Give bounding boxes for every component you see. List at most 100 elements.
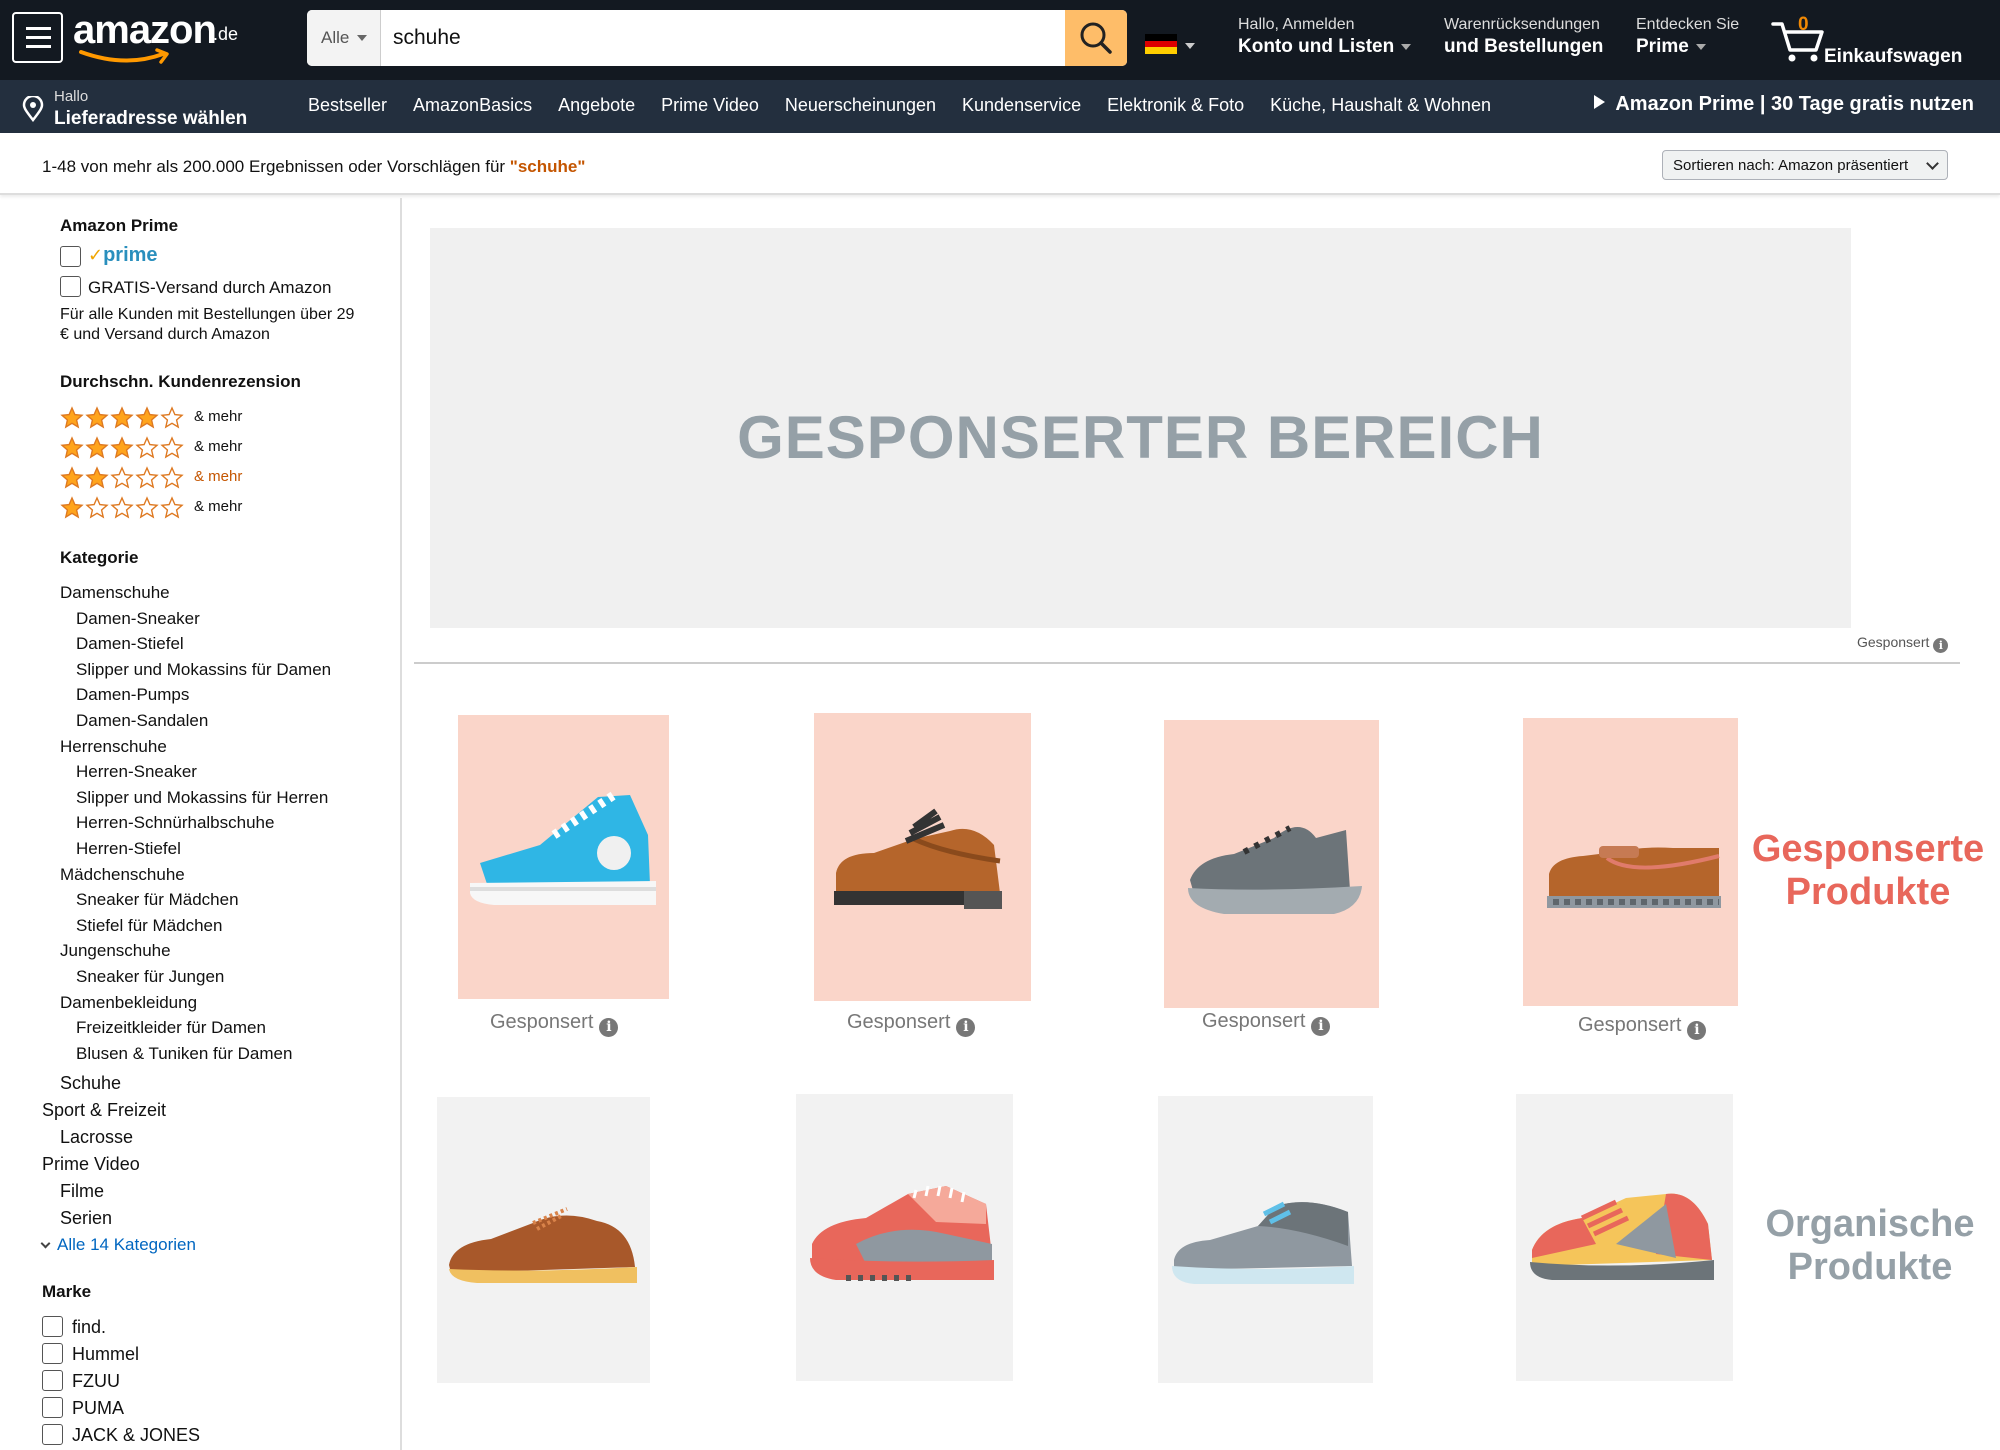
star-filled-icon xyxy=(85,466,109,489)
prime-menu[interactable]: Entdecken Sie Prime xyxy=(1636,16,1739,58)
free-shipping-checkbox[interactable] xyxy=(60,276,81,297)
category-link[interactable]: Jungenschuhe xyxy=(60,941,171,961)
organic-product-card[interactable] xyxy=(1158,1096,1373,1383)
category-link[interactable]: Filme xyxy=(60,1181,104,1202)
filter-sidebar: Amazon Prime ✓prime GRATIS-Versand durch… xyxy=(0,198,402,1450)
category-link[interactable]: Serien xyxy=(60,1208,112,1229)
organic-product-card[interactable] xyxy=(1516,1094,1733,1381)
brand-checkbox[interactable] xyxy=(42,1316,63,1337)
category-link[interactable]: Damen-Pumps xyxy=(76,685,189,705)
category-link[interactable]: Damen-Sandalen xyxy=(76,711,208,731)
subnav-item-bestseller[interactable]: Bestseller xyxy=(308,95,387,116)
category-link[interactable]: Damenschuhe xyxy=(60,583,170,603)
star-empty-icon xyxy=(85,496,109,519)
star-filled-icon xyxy=(85,406,109,429)
organic-product-card[interactable] xyxy=(796,1094,1013,1381)
rating-filter-label[interactable]: & mehr xyxy=(194,498,242,515)
menu-hamburger-icon[interactable] xyxy=(12,12,63,63)
brand-label[interactable]: JACK & JONES xyxy=(72,1425,200,1446)
subnav-item-neuerscheinungen[interactable]: Neuerscheinungen xyxy=(785,95,936,116)
rating-filter-2-stars[interactable] xyxy=(60,466,185,490)
category-link[interactable]: Damenbekleidung xyxy=(60,993,197,1013)
category-link[interactable]: Schuhe xyxy=(60,1073,121,1094)
category-link[interactable]: Herren-Stiefel xyxy=(76,839,181,859)
category-link[interactable]: Sport & Freizeit xyxy=(42,1100,166,1121)
info-icon[interactable]: i xyxy=(956,1018,976,1037)
category-link[interactable]: Freizeitkleider für Damen xyxy=(76,1018,266,1038)
rating-filter-label[interactable]: & mehr xyxy=(194,438,242,455)
rating-filter-heading: Durchschn. Kundenrezension xyxy=(60,372,301,391)
info-icon[interactable]: i xyxy=(1687,1021,1707,1040)
all-categories-link[interactable]: Alle 14 Kategorien xyxy=(40,1235,196,1255)
free-shipping-note: Für alle Kunden mit Bestellungen über 29 xyxy=(60,306,355,323)
category-link[interactable]: Stiefel für Mädchen xyxy=(76,916,222,936)
star-filled-icon xyxy=(135,406,159,429)
category-link[interactable]: Mädchenschuhe xyxy=(60,865,185,885)
account-menu[interactable]: Hallo, Anmelden Konto und Listen xyxy=(1238,16,1412,58)
delivery-label: Lieferadresse wählen xyxy=(54,108,248,129)
prime-discover-label: Entdecken Sie xyxy=(1636,16,1740,33)
category-link[interactable]: Damen-Sneaker xyxy=(76,609,200,629)
category-link[interactable]: Herren-Schnürhalbschuhe xyxy=(76,813,274,833)
search-category-dropdown[interactable]: Alle xyxy=(307,10,381,66)
brand-checkbox[interactable] xyxy=(42,1343,63,1364)
info-icon[interactable]: i xyxy=(1311,1017,1331,1036)
prime-check-icon: ✓ xyxy=(88,245,104,265)
prime-checkbox[interactable] xyxy=(60,246,81,267)
sort-dropdown[interactable]: Sortieren nach: Amazon präsentiert xyxy=(1662,150,1948,180)
amazon-logo[interactable]: amazon .de xyxy=(73,4,243,68)
category-link[interactable]: Slipper und Mokassins für Herren xyxy=(76,788,328,808)
brand-label[interactable]: PUMA xyxy=(72,1398,124,1419)
category-link[interactable]: Lacrosse xyxy=(60,1127,133,1148)
category-link[interactable]: Herren-Sneaker xyxy=(76,762,197,782)
sponsored-tag[interactable]: Gesponsert i xyxy=(1857,634,1949,653)
category-link[interactable]: Damen-Stiefel xyxy=(76,634,184,654)
sponsored-product-card[interactable]: Gesponsert i xyxy=(1523,718,1738,1040)
subnav-item-prime-video[interactable]: Prime Video xyxy=(661,95,759,116)
star-filled-icon xyxy=(60,496,84,519)
brand-checkbox[interactable] xyxy=(42,1424,63,1445)
sponsored-label: Gesponsert i xyxy=(1578,1014,1707,1040)
rating-filter-label[interactable]: & mehr xyxy=(194,468,242,485)
cart-count: 0 xyxy=(1798,14,1809,35)
search-input[interactable] xyxy=(381,10,1053,66)
subnav-item-kueche[interactable]: Küche, Haushalt & Wohnen xyxy=(1270,95,1491,116)
search-button[interactable] xyxy=(1065,10,1127,66)
brand-label[interactable]: FZUU xyxy=(72,1371,120,1392)
sponsored-product-card[interactable]: Gesponsert i xyxy=(1164,720,1379,1036)
category-link[interactable]: Slipper und Mokassins für Damen xyxy=(76,660,331,680)
brand-checkbox[interactable] xyxy=(42,1370,63,1391)
sponsored-product-card[interactable]: Gesponsert i xyxy=(458,715,669,1037)
category-link[interactable]: Prime Video xyxy=(42,1154,140,1175)
results-info-bar: 1-48 von mehr als 200.000 Ergebnissen od… xyxy=(0,133,2000,195)
category-link[interactable]: Herrenschuhe xyxy=(60,737,167,757)
sponsored-product-card[interactable]: Gesponsert i xyxy=(814,713,1031,1037)
subnav-item-amazonbasics[interactable]: AmazonBasics xyxy=(413,95,532,116)
brand-checkbox[interactable] xyxy=(42,1397,63,1418)
subnav-item-angebote[interactable]: Angebote xyxy=(558,95,635,116)
category-link[interactable]: Blusen & Tuniken für Damen xyxy=(76,1044,292,1064)
brand-label[interactable]: find. xyxy=(72,1317,106,1338)
cart-label: Einkaufswagen xyxy=(1824,46,1963,67)
info-icon[interactable]: i xyxy=(599,1018,619,1037)
organic-products-annotation: Organische Produkte xyxy=(1765,1203,1975,1288)
subnav-item-kundenservice[interactable]: Kundenservice xyxy=(962,95,1081,116)
brand-label[interactable]: Hummel xyxy=(72,1344,139,1365)
rating-filter-4-stars[interactable] xyxy=(60,406,185,430)
sponsored-banner-area[interactable]: GESPONSERTER BEREICH xyxy=(430,228,1851,628)
cart-button[interactable]: 0 Einkaufswagen xyxy=(1770,12,1990,72)
rating-filter-1-stars[interactable] xyxy=(60,496,185,520)
subnav-item-elektronik[interactable]: Elektronik & Foto xyxy=(1107,95,1244,116)
rating-filter-3-stars[interactable] xyxy=(60,436,185,460)
rating-filter-label[interactable]: & mehr xyxy=(194,408,242,425)
chevron-down-icon xyxy=(40,1238,51,1249)
returns-orders-link[interactable]: Warenrücksendungen und Bestellungen xyxy=(1444,16,1603,58)
sponsored-label: Gesponsert i xyxy=(490,1011,619,1037)
free-shipping-note: € und Versand durch Amazon xyxy=(60,326,270,343)
loafer-icon xyxy=(1523,718,1738,1006)
germany-flag-icon[interactable] xyxy=(1145,34,1177,55)
category-link[interactable]: Sneaker für Mädchen xyxy=(76,890,239,910)
organic-product-card[interactable] xyxy=(437,1097,650,1383)
prime-trial-promo[interactable]: Amazon Prime | 30 Tage gratis nutzen xyxy=(1594,93,1974,116)
category-link[interactable]: Sneaker für Jungen xyxy=(76,967,224,987)
